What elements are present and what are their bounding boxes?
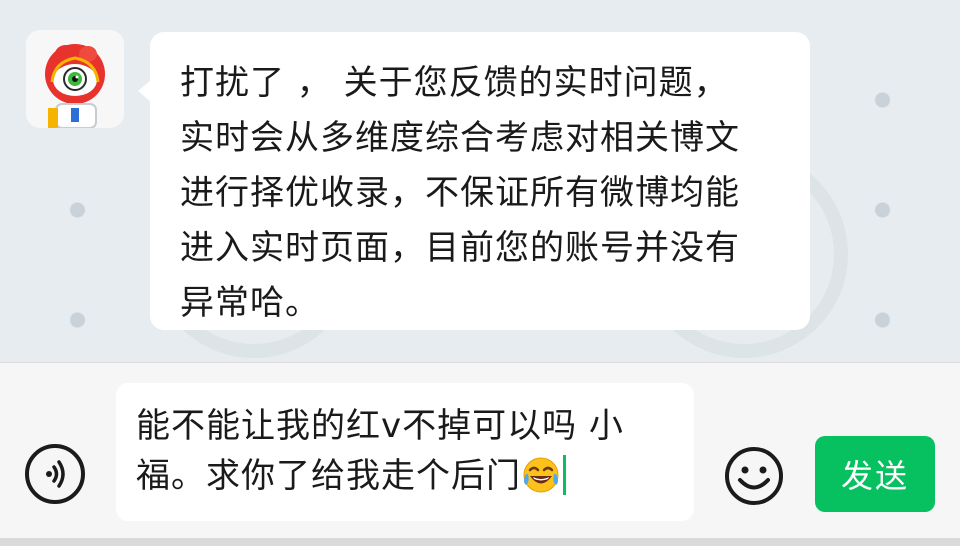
message-composer-bar: 能不能让我的红v不掉可以吗 小 福。求你了给我走个后门 发送 bbox=[0, 362, 960, 546]
message-line: 实时会从多维度综合考虑对相关博文 bbox=[180, 118, 740, 158]
weibo-mascot-icon bbox=[45, 44, 105, 128]
voice-icon bbox=[46, 460, 65, 488]
input-text-line-2: 福。求你了给我走个后门 bbox=[136, 456, 521, 496]
chat-area: 打扰了 ， 关于您反馈的实时问题， 实时会从多维度综合考虑对相关博文 进行择优收… bbox=[0, 0, 960, 362]
message-line: 打扰了 ， 关于您反馈的实时问题， bbox=[180, 63, 729, 103]
send-button[interactable]: 发送 bbox=[815, 436, 935, 512]
message-line: 异常哈。 bbox=[180, 283, 320, 323]
tears-of-joy-emoji-icon bbox=[523, 457, 559, 493]
input-text-line-1: 能不能让我的红v不掉可以吗 小 bbox=[136, 406, 624, 446]
incoming-message-bubble[interactable]: 打扰了 ， 关于您反馈的实时问题， 实时会从多维度综合考虑对相关博文 进行择优收… bbox=[138, 32, 810, 330]
smiley-icon bbox=[725, 447, 783, 505]
emoji-picker-button[interactable] bbox=[723, 445, 785, 507]
input-text-line: 能不能让我的红v不掉可以吗 小 bbox=[136, 401, 674, 451]
text-caret bbox=[563, 455, 566, 495]
input-text-line: 福。求你了给我走个后门 bbox=[136, 451, 674, 501]
sender-avatar[interactable] bbox=[26, 30, 124, 128]
message-line: 进入实时页面，目前您的账号并没有 bbox=[180, 228, 740, 268]
voice-input-button[interactable] bbox=[25, 444, 85, 504]
message-line: 进行择优收录，不保证所有微博均能 bbox=[180, 173, 740, 213]
bottom-edge bbox=[0, 538, 960, 546]
message-input[interactable]: 能不能让我的红v不掉可以吗 小 福。求你了给我走个后门 bbox=[116, 383, 694, 521]
